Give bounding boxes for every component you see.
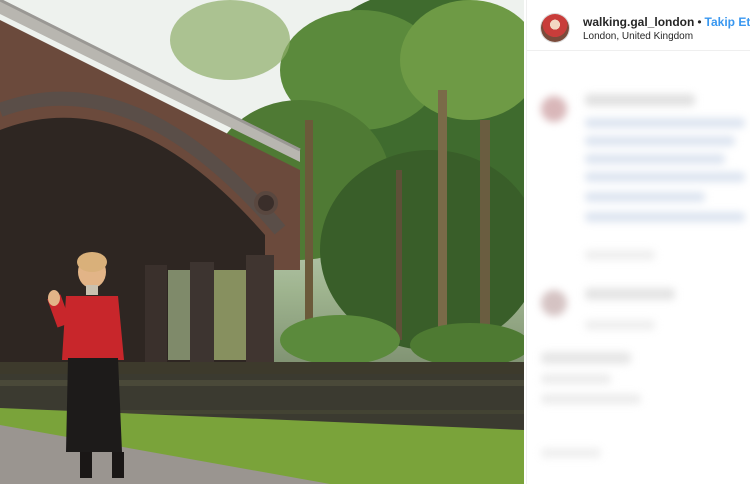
follow-button[interactable]: Takip Et <box>705 15 750 29</box>
blurred-line <box>585 212 745 222</box>
blurred-line <box>585 192 705 202</box>
separator-dot: • <box>697 15 702 29</box>
blurred-line <box>585 288 675 300</box>
blurred-line <box>541 374 611 384</box>
username-link[interactable]: walking.gal_london <box>583 15 694 29</box>
instagram-post-view: walking.gal_london • Takip Et London, Unit… <box>0 0 750 484</box>
post-side-panel: walking.gal_london • Takip Et London, Unit… <box>526 0 750 484</box>
blurred-line <box>585 94 695 106</box>
post-photo[interactable] <box>0 0 524 484</box>
blurred-line <box>585 136 735 146</box>
blurred-line <box>585 172 745 182</box>
blurred-line <box>541 394 641 404</box>
avatar[interactable] <box>541 14 569 42</box>
blurred-line <box>541 448 601 458</box>
blurred-line <box>585 320 655 330</box>
location-link[interactable]: London, United Kingdom <box>583 31 693 42</box>
blurred-line <box>585 118 745 128</box>
blurred-line <box>585 250 655 260</box>
post-header: walking.gal_london • Takip Et London, Unit… <box>527 0 750 51</box>
blurred-avatar <box>541 96 567 122</box>
user-line: walking.gal_london • Takip Et <box>583 15 750 29</box>
blurred-comments <box>527 52 750 484</box>
photo-canvas <box>0 0 524 484</box>
blurred-avatar <box>541 290 567 316</box>
blurred-line <box>541 352 631 364</box>
blurred-line <box>585 154 725 164</box>
